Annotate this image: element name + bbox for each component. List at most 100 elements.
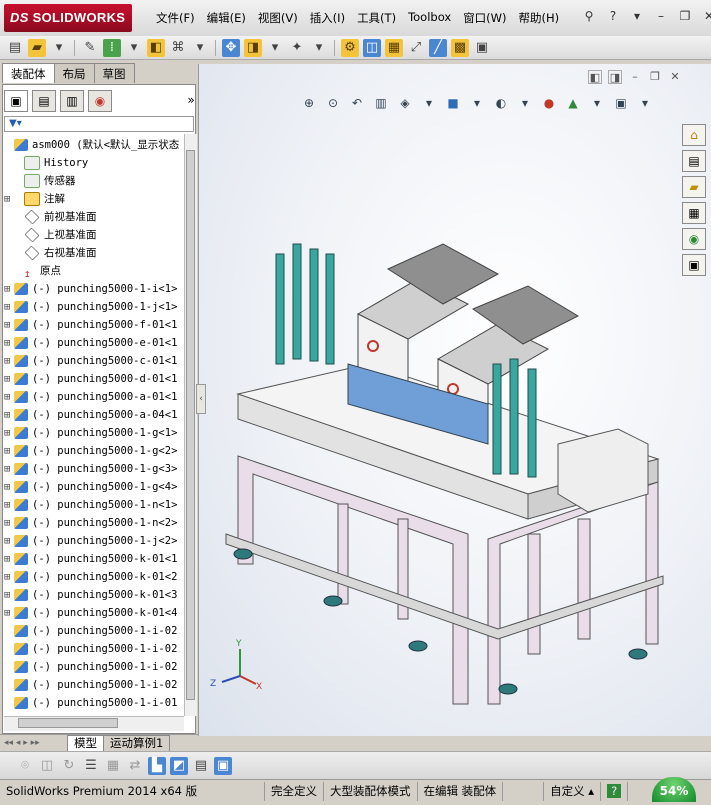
move-component-icon[interactable]: ✥	[222, 38, 240, 57]
tree-item-front-plane[interactable]: 前视基准面	[4, 208, 97, 226]
tree-component[interactable]: ⊞ (-) punching5000-1-n<1>	[4, 496, 177, 514]
tree-component[interactable]: ⊞ (-) punching5000-1-j<1>	[4, 298, 177, 316]
solidworks-logo[interactable]: DS SOLIDWORKS	[4, 4, 132, 32]
tree-component[interactable]: ⊞ (-) punching5000-k-01<2	[4, 568, 177, 586]
tree-part[interactable]: (-) punching5000-1-i-02	[4, 622, 177, 640]
tree-component[interactable]: ⊞ (-) punching5000-a-01<1	[4, 388, 177, 406]
tree-component[interactable]: ⊞ (-) punching5000-1-i<1>	[4, 280, 177, 298]
assembly-model-view[interactable]: Y X Z	[198, 64, 711, 736]
tab-motion-study[interactable]: 运动算例1	[103, 734, 171, 752]
tree-component[interactable]: ⊞ (-) punching5000-e-01<1	[4, 334, 177, 352]
tree-component[interactable]: ⊞ (-) punching5000-k-01<1	[4, 550, 177, 568]
tree-part[interactable]: (-) punching5000-1-i-02	[4, 676, 177, 694]
tree-item-origin[interactable]: ↥ 原点	[4, 262, 61, 280]
tree-part[interactable]: (-) punching5000-1-i-02	[4, 640, 177, 658]
menu-insert[interactable]: 插入(I)	[304, 8, 351, 28]
tree-item-top-plane[interactable]: 上视基准面	[4, 226, 97, 244]
instant3d-icon[interactable]: ▩	[451, 38, 469, 57]
help-dropdown-icon[interactable]: ?	[604, 8, 622, 24]
tree-item-history[interactable]: History	[4, 154, 88, 172]
table-icon[interactable]: ▤	[192, 757, 210, 775]
options-icon[interactable]: ▣	[473, 39, 491, 57]
measure-icon[interactable]: ╱	[429, 38, 447, 57]
expand-toggle[interactable]: ⊞	[4, 190, 14, 208]
tree-component[interactable]: ⊞ (-) punching5000-c-01<1	[4, 352, 177, 370]
tab-scroll-arrows[interactable]: ◂◂ ◂ ▸ ▸▸	[0, 738, 68, 748]
pattern-icon[interactable]: ⌘	[169, 39, 187, 57]
component-icon[interactable]: ◧	[147, 38, 165, 57]
toolbar-icon[interactable]: ⌾	[16, 757, 34, 775]
tree-component[interactable]: ⊞ (-) punching5000-1-g<1>	[4, 424, 177, 442]
reference-geometry-icon[interactable]: ◫	[363, 38, 381, 57]
tab-layout[interactable]: 布局	[53, 63, 95, 83]
new-icon[interactable]: ▤	[6, 39, 24, 57]
toolbar-icon[interactable]: ⇄	[126, 757, 144, 775]
tree-component[interactable]: ⊞ (-) punching5000-f-01<1	[4, 316, 177, 334]
menu-window[interactable]: 窗口(W)	[457, 8, 512, 28]
property-manager-icon[interactable]: ▤	[32, 90, 56, 112]
subassembly-icon	[14, 337, 28, 349]
view-icon[interactable]: ◩	[170, 756, 188, 775]
dropdown-arrow-icon[interactable]: ▾	[266, 39, 284, 57]
tab-sketch[interactable]: 草图	[93, 63, 135, 83]
display-manager-icon[interactable]: ◉	[88, 90, 112, 112]
subassembly-icon	[14, 445, 28, 457]
show-hidden-icon[interactable]: ◨	[244, 38, 262, 57]
bill-of-materials-icon[interactable]: ▦	[385, 38, 403, 57]
feature-tree-icon[interactable]: ▣	[4, 90, 28, 112]
dropdown-arrow-icon[interactable]: ▾	[191, 39, 209, 57]
grid-icon[interactable]: ▦	[104, 757, 122, 775]
minimize-icon[interactable]: –	[652, 8, 670, 24]
menu-file[interactable]: 文件(F)	[150, 8, 201, 28]
tree-root[interactable]: asm000 (默认<默认_显示状态	[4, 136, 179, 154]
tab-assembly[interactable]: 装配体	[2, 63, 55, 83]
assembly-feature-icon[interactable]: ✦	[288, 39, 306, 57]
tree-part[interactable]: (-) punching5000-1-i-01	[4, 694, 177, 712]
restore-icon[interactable]: ❐	[676, 8, 694, 24]
plane-icon	[24, 209, 40, 225]
menu-help[interactable]: 帮助(H)	[513, 8, 566, 28]
tree-component[interactable]: ⊞ (-) punching5000-d-01<1	[4, 370, 177, 388]
tree-component[interactable]: ⊞ (-) punching5000-k-01<4	[4, 604, 177, 622]
configuration-manager-icon[interactable]: ▥	[60, 90, 84, 112]
tree-component[interactable]: ⊞ (-) punching5000-k-01<3	[4, 586, 177, 604]
menu-view[interactable]: 视图(V)	[252, 8, 304, 28]
part-icon	[14, 625, 28, 637]
toolbar-icon[interactable]: ◫	[38, 757, 56, 775]
tree-filter[interactable]: ▼▾	[4, 116, 194, 132]
tree-component[interactable]: ⊞ (-) punching5000-1-n<2>	[4, 514, 177, 532]
menu-tools[interactable]: 工具(T)	[351, 8, 402, 28]
toolbar-icon[interactable]: ↻	[60, 757, 78, 775]
tree-hscroll-thumb[interactable]	[18, 718, 118, 728]
tree-item-sensors[interactable]: 传感器	[4, 172, 76, 190]
tree-part[interactable]: (-) punching5000-1-i-02	[4, 658, 177, 676]
save-icon[interactable]: ▣	[214, 756, 232, 775]
tree-item-annotations[interactable]: ⊞ 注解	[4, 190, 65, 208]
close-icon[interactable]: ✕	[700, 8, 711, 24]
units-dropdown[interactable]: 自定义 ▴	[544, 781, 602, 801]
open-icon[interactable]: ▰	[28, 38, 46, 57]
gear-icon[interactable]: ⚙	[341, 38, 359, 57]
tree-component[interactable]: ⊞ (-) punching5000-a-04<1	[4, 406, 177, 424]
exploded-view-icon[interactable]: ⤢	[407, 39, 425, 57]
menu-toolbox[interactable]: Toolbox	[402, 8, 457, 28]
dropdown-arrow-icon[interactable]: ▾	[125, 39, 143, 57]
dropdown-arrow-icon[interactable]: ▾	[628, 8, 646, 24]
tree-item-right-plane[interactable]: 右视基准面	[4, 244, 97, 262]
menu-edit[interactable]: 编辑(E)	[201, 8, 252, 28]
list-icon[interactable]: ☰	[82, 757, 100, 775]
dropdown-arrow-icon[interactable]: ▾	[310, 39, 328, 57]
tab-model[interactable]: 模型	[67, 734, 104, 752]
help-icon[interactable]: ?	[601, 781, 629, 801]
dropdown-arrow-icon[interactable]: ▾	[50, 39, 68, 57]
standard-toolbar: ▤ ▰ ▾ ✎ ⁞ ▾ ◧ ⌘ ▾ ✥ ◨ ▾ ✦ ▾ ⚙ ◫ ▦ ⤢ ╱ ▩ …	[0, 36, 711, 60]
search-icon[interactable]: ⚲	[580, 8, 598, 24]
tree-component[interactable]: ⊞ (-) punching5000-1-g<3>	[4, 460, 177, 478]
mate-icon[interactable]: ⁞	[103, 38, 121, 57]
chart-icon[interactable]: ▙	[148, 756, 166, 775]
paperclip-icon[interactable]: ✎	[81, 39, 99, 57]
tree-component[interactable]: ⊞ (-) punching5000-1-g<2>	[4, 442, 177, 460]
tree-scroll-thumb[interactable]	[186, 150, 195, 700]
tree-component[interactable]: ⊞ (-) punching5000-1-g<4>	[4, 478, 177, 496]
tree-component[interactable]: ⊞ (-) punching5000-1-j<2>	[4, 532, 177, 550]
